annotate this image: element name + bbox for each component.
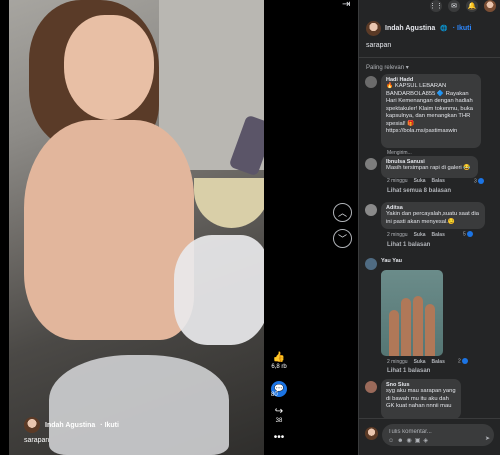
like-link[interactable]: Suka [414, 178, 426, 184]
comments-panel: ⋮⋮ ✉ 🔔 Indah Agustina 🌐 · Ikuti sarapan … [358, 0, 500, 455]
like-button[interactable]: 👍 6,8 rb [268, 352, 290, 370]
share-button[interactable]: ↪ 38 [268, 406, 290, 424]
like-link[interactable]: Suka [414, 359, 426, 365]
photo-detail [425, 304, 435, 356]
follow-button[interactable]: · Ikuti [453, 25, 472, 32]
reaction-count[interactable]: 2 [458, 358, 468, 365]
bell-icon[interactable]: 🔔 [466, 0, 478, 12]
video-frame-face [64, 15, 154, 120]
chevron-up-icon: ︿ [337, 208, 347, 218]
reply-link[interactable]: Balas [432, 359, 445, 365]
comment-meta: 2 minggu Suka Balas [387, 178, 445, 184]
avatar[interactable] [365, 258, 377, 270]
video-frame-body [24, 120, 194, 340]
comment-time: 2 minggu [387, 359, 408, 365]
post-header: Indah Agustina 🌐 · Ikuti [366, 21, 471, 36]
reaction-number: 5 [463, 231, 466, 238]
comment-bubble: Sno Sius syg aku mau sarapan yang di baw… [381, 379, 461, 419]
photo-detail [413, 296, 423, 356]
reply-link[interactable]: Balas [432, 232, 445, 238]
top-bar: ⋮⋮ ✉ 🔔 [359, 0, 500, 12]
comment-bubble: Hadi Hadd 🔥 KAPSUL LEBARAN BANDARBOLA855… [381, 74, 481, 148]
comment-bubble: Ibnulsa Sanusi Masih tersimpan rapi di g… [381, 156, 478, 178]
avatar [365, 427, 378, 440]
avatar[interactable] [365, 204, 377, 216]
sticker-icon[interactable]: ☺ [388, 438, 397, 444]
comment-time: 2 minggu [387, 178, 408, 184]
comment-bubble: Aditsa Yakin dan percayalah,suatu saat d… [381, 202, 485, 229]
view-replies-link[interactable]: Lihat 1 balasan [387, 242, 430, 248]
video-frame-bowl [194, 178, 264, 228]
more-button[interactable]: ••• [268, 432, 290, 443]
avatar[interactable] [24, 417, 40, 433]
post-caption: sarapan [366, 42, 392, 49]
comment-input[interactable] [388, 427, 478, 436]
globe-icon: 🌐 [440, 26, 448, 32]
video-caption: sarapan [24, 437, 50, 444]
camera-icon[interactable]: ◉ [406, 438, 414, 444]
comment-meta: 2 minggu Suka Balas [387, 359, 445, 365]
comment-author[interactable]: Yau Yau [381, 258, 402, 264]
video-owner: Indah Agustina · Ikuti [24, 417, 119, 433]
like-reaction-icon [477, 178, 484, 184]
view-replies-link[interactable]: Lihat semua 8 balasan [387, 188, 451, 194]
comment-text: syg aku mau sarapan yang di bawah mu itu… [386, 388, 456, 409]
chevron-down-icon: ﹀ [337, 234, 347, 244]
avatar[interactable] [365, 381, 377, 393]
messenger-icon[interactable]: ✉ [448, 0, 460, 12]
video-stage: Indah Agustina · Ikuti sarapan ⇥ ︿ ﹀ 👍 6… [0, 0, 358, 455]
video-viewer: Indah Agustina · Ikuti sarapan ⇥ ︿ ﹀ 👍 6… [0, 0, 500, 455]
comment-text: 🔥 KAPSUL LEBARAN BANDARBOLA855 🔷 Rayakan… [386, 83, 473, 134]
account-avatar[interactable] [484, 0, 496, 12]
photo-detail [401, 298, 411, 356]
video-player[interactable]: Indah Agustina · Ikuti sarapan [9, 0, 264, 455]
avatar[interactable] [365, 158, 377, 170]
like-reaction-icon [461, 358, 468, 364]
reply-link[interactable]: Balas [432, 178, 445, 184]
avatar[interactable] [365, 76, 377, 88]
post-owner-name[interactable]: Indah Agustina [385, 25, 435, 32]
reaction-number: 3 [474, 178, 477, 185]
comment-photo[interactable] [381, 270, 443, 356]
avatar[interactable] [366, 21, 381, 36]
likes-count: 6,8 rb [271, 364, 287, 370]
view-replies-link[interactable]: Lihat 1 balasan [387, 368, 430, 374]
comment-list: Hadi Hadd 🔥 KAPSUL LEBARAN BANDARBOLA855… [359, 74, 500, 419]
photo-detail [389, 310, 399, 356]
comment-composer: ☺☻◉▣◈ ➤ [359, 418, 500, 455]
video-follow-button[interactable]: · Ikuti [100, 422, 119, 429]
comment-field[interactable]: ☺☻◉▣◈ ➤ [382, 424, 494, 446]
like-reaction-icon [466, 231, 473, 237]
video-owner-name[interactable]: Indah Agustina [45, 422, 95, 429]
reaction-count[interactable]: 3 [474, 178, 484, 185]
comment-text: Masih tersimpan rapi di galeri 😂 [386, 165, 471, 171]
like-link[interactable]: Suka [414, 232, 426, 238]
thumbs-up-icon: 👍 [272, 352, 286, 363]
exit-icon[interactable]: ⇥ [342, 0, 350, 10]
menu-icon[interactable]: ⋮⋮ [429, 0, 443, 12]
video-frame-bag-foreground [49, 355, 229, 455]
divider [359, 57, 500, 58]
comment-time: 2 minggu [387, 232, 408, 238]
comment-text: Yakin dan percayalah,suatu saat dia ini … [386, 211, 480, 225]
comment-meta: 2 minggu Suka Balas [387, 232, 445, 238]
share-icon: ↪ [274, 406, 284, 417]
next-video-button[interactable]: ﹀ [333, 229, 352, 248]
video-frame-bag [174, 235, 264, 345]
attach-icon[interactable]: ◈ [423, 438, 431, 444]
composer-tools: ☺☻◉▣◈ [388, 437, 431, 444]
previous-video-button[interactable]: ︿ [333, 203, 352, 222]
sort-dropdown[interactable]: Paling relevan ▾ [366, 64, 409, 71]
comment-button[interactable]: 💬 80 [268, 378, 290, 398]
reaction-count[interactable]: 5 [463, 231, 473, 238]
reaction-number: 2 [458, 358, 461, 365]
comments-count: 80 [271, 392, 278, 398]
more-icon: ••• [273, 432, 285, 443]
shares-count: 38 [275, 418, 283, 424]
send-icon[interactable]: ➤ [485, 435, 490, 442]
